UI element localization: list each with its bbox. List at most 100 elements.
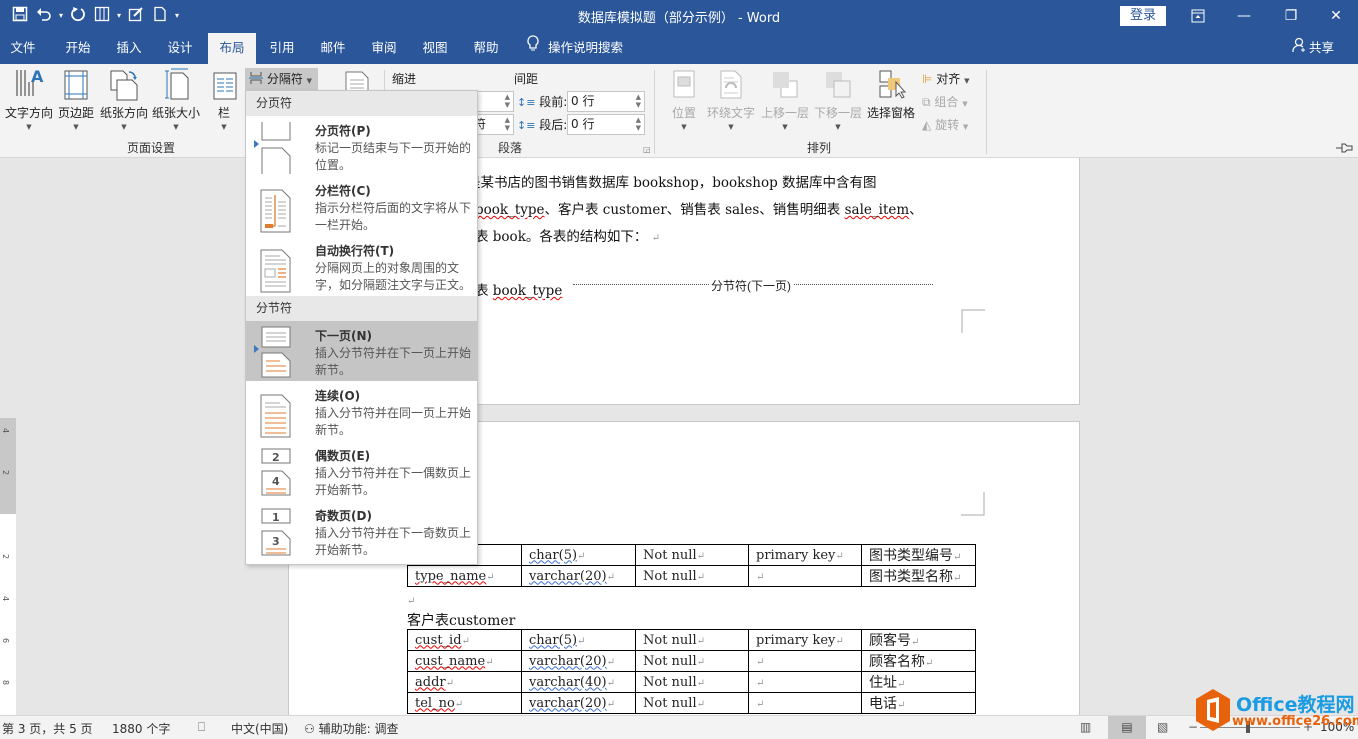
tab-help[interactable]: 帮助 [463,33,509,64]
misspelled-word[interactable]: book_type [475,202,545,218]
bring-forward-button[interactable]: 上移一层 ▼ [760,68,810,131]
selection-pane-button[interactable]: 选择窗格 [866,68,916,121]
table-dropdown-icon[interactable]: ▾ [114,6,124,26]
position-button[interactable]: 位置 ▼ [665,68,703,131]
menu-item-column-break[interactable]: 分栏符(C) 指示分栏符后面的文字将从下一栏开始。 [246,176,477,236]
table-cell[interactable]: cust_name↵ [407,650,522,672]
read-mode-icon[interactable]: ▥ [1080,720,1091,734]
table-cell[interactable]: varchar(20)↵ [521,692,636,714]
table-cell[interactable]: 图书类型编号↵ [861,544,976,566]
save-icon[interactable] [8,6,32,26]
table-cell[interactable]: 顾客号↵ [861,629,976,651]
table-cell[interactable]: 顾客名称↵ [861,650,976,672]
group-objects-button[interactable]: ⧉ 组合 ▼ [922,93,968,110]
table-cell[interactable]: Not null↵ [635,671,749,693]
share-button[interactable]: 共享 [1292,33,1334,64]
misspelled-word[interactable]: book_type [493,283,563,299]
table-cell[interactable]: char(5)↵ [521,629,636,651]
table-cell[interactable]: 住址↵ [861,671,976,693]
table-cell[interactable]: Not null↵ [635,565,749,587]
table-cell[interactable]: primary key↵ [748,629,862,651]
table-cell[interactable]: ↵ [748,671,862,693]
cell-mark-icon: ↵ [485,656,494,668]
table-cell[interactable]: Not null↵ [635,650,749,672]
paragraph-dialog-launcher-icon[interactable]: ◲ [643,145,651,154]
menu-item-page-break[interactable]: 分页符(P) 标记一页结束与下一页开始的位置。 [246,116,477,176]
table-cell[interactable]: ↵ [748,565,862,587]
customize-qat-icon[interactable]: ▾ [172,6,182,26]
vertical-ruler[interactable]: 4 2 2 4 6 8 [0,418,16,715]
undo-icon[interactable] [32,6,56,26]
redo-icon[interactable] [66,6,90,26]
text-direction-button[interactable]: A 文字方向 ▼ [4,68,54,131]
menu-item-text-wrapping-break[interactable]: 自动换行符(T) 分隔网页上的对象周围的文字，如分隔题注文字与正文。 [246,236,477,296]
restore-icon[interactable]: ❐ [1268,4,1314,28]
space-after-input[interactable]: 0 行 ▲ ▼ [567,114,645,135]
login-button[interactable]: 登录 [1120,6,1166,26]
orientation-button[interactable]: 纸张方向 ▼ [99,68,149,131]
table-cell[interactable]: Not null↵ [635,629,749,651]
menu-item-even-page[interactable]: 24 偶数页(E) 插入分节符并在下一偶数页上开始新节。 [246,441,477,501]
tab-view[interactable]: 视图 [412,33,458,64]
pin-ribbon-icon[interactable] [1336,142,1354,156]
odd-page-break-icon: 13 [261,508,291,556]
menu-item-next-page[interactable]: 下一页(N) 插入分节符并在下一页上开始新节。 [246,321,477,381]
accessibility-checker[interactable]: ⚇ 辅助功能: 调查 [304,720,398,737]
print-layout-icon[interactable]: ▤ [1108,716,1146,739]
tab-home[interactable]: 开始 [55,33,101,64]
size-button[interactable]: 纸张大小 ▼ [151,68,201,131]
tab-design[interactable]: 设计 [157,33,203,64]
table-cell[interactable]: tel_no↵ [407,692,522,714]
table-cell[interactable]: Not null↵ [635,544,749,566]
table-cell[interactable]: varchar(20)↵ [521,650,636,672]
web-layout-icon[interactable]: ▧ [1157,720,1168,734]
table-cell[interactable]: Not null↵ [635,692,749,714]
menu-item-odd-page[interactable]: 13 奇数页(D) 插入分节符并在下一奇数页上开始新节。 [246,501,477,561]
tab-references[interactable]: 引用 [259,33,305,64]
tell-me-search[interactable]: 操作说明搜索 [526,33,623,64]
rotate-button[interactable]: ◭ 旋转 ▼ [922,116,968,133]
tab-layout[interactable]: 布局 [208,33,256,64]
table-cell[interactable]: ↵ [748,692,862,714]
edit-icon[interactable] [124,6,148,26]
minimize-icon[interactable]: — [1221,4,1267,28]
word-count[interactable]: 1880 个字 [112,720,170,737]
misspelled-word[interactable]: sale_item [845,202,910,218]
language-indicator[interactable]: 中文(中国) [231,720,288,737]
menu-item-continuous[interactable]: 连续(O) 插入分节符并在同一页上开始新节。 [246,381,477,441]
proofing-icon[interactable]: ⎕ [198,720,205,735]
breaks-button[interactable]: 分隔符 ▼ [245,68,319,90]
wrap-text-button[interactable]: 环绕文字 ▼ [706,68,756,131]
margins-button[interactable]: 页边距 ▼ [56,68,96,131]
table-cell[interactable]: type_name↵ [407,565,522,587]
columns-button[interactable]: 栏 ▼ [208,68,240,131]
close-icon[interactable]: ✕ [1313,4,1358,28]
tab-insert[interactable]: 插入 [106,33,152,64]
space-before-input[interactable]: 0 行 ▲ ▼ [567,91,645,112]
paragraph-group-label: 段落 [498,141,523,155]
table-cell[interactable]: varchar(20)↵ [521,565,636,587]
align-button[interactable]: ⊫ 对齐 ▼ [922,70,970,87]
tab-review[interactable]: 审阅 [361,33,407,64]
tab-mailings[interactable]: 邮件 [310,33,356,64]
table-cell[interactable]: cust_id↵ [407,629,522,651]
svg-text:2: 2 [272,451,280,464]
table-cell[interactable]: char(5)↵ [521,544,636,566]
table-cell[interactable]: 图书类型名称↵ [861,565,976,587]
section-break-marker[interactable]: 分节符(下一页) [573,277,933,294]
table-cell[interactable]: ↵ [748,650,862,672]
send-backward-button[interactable]: 下移一层 ▼ [813,68,863,131]
table-cell[interactable]: addr↵ [407,671,522,693]
table-cell[interactable]: varchar(40)↵ [521,671,636,693]
chevron-down-icon: ▼ [835,123,841,131]
ribbon-display-options-icon[interactable] [1175,4,1221,28]
table-cell[interactable]: primary key↵ [748,544,862,566]
undo-dropdown-icon[interactable]: ▾ [56,6,66,26]
table-cell[interactable]: 电话↵ [861,692,976,714]
table-icon[interactable] [90,6,114,26]
tab-file[interactable]: 文件 [0,33,46,64]
breaks-dropdown-menu: 分页符 分页符(P) 标记一页结束与下一页开始的位置。 分栏符(C) 指示分栏符… [245,90,478,565]
new-doc-icon[interactable] [148,6,172,26]
page-count[interactable]: 第 3 页，共 5 页 [2,720,93,737]
chevron-down-icon: ▼ [681,123,687,131]
